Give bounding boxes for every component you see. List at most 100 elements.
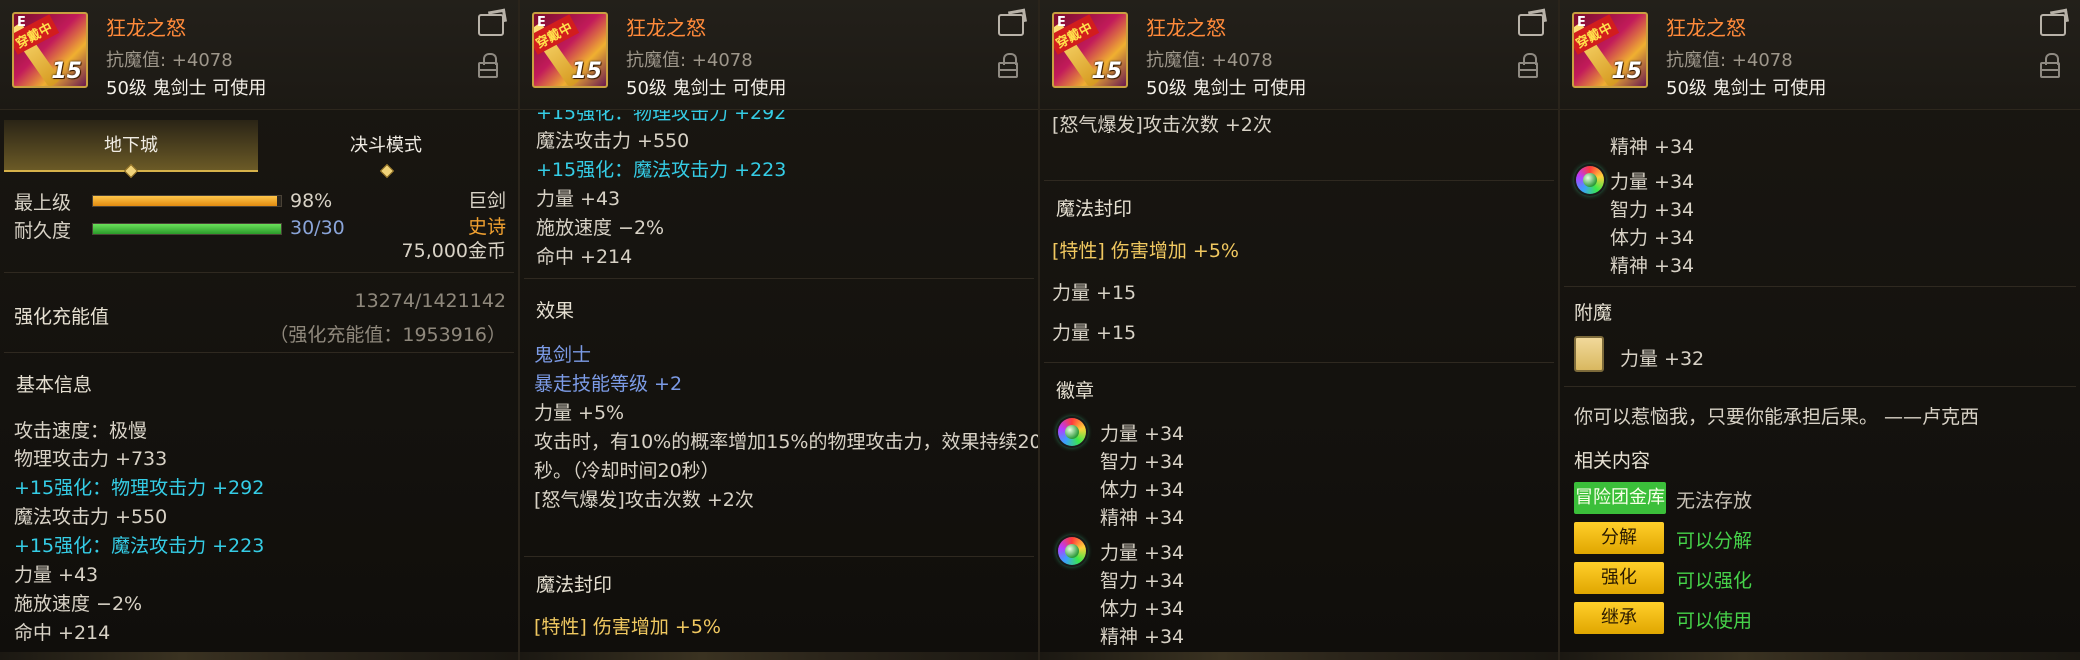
share-icon[interactable]: [998, 14, 1024, 36]
enchant-card-icon[interactable]: [1574, 336, 1604, 372]
emblem-stat: 精神 +34: [1100, 507, 1185, 529]
item-header: E 穿戴中 15 狂龙之怒 抗魔值: +4078 50级 鬼剑士 可使用: [1040, 0, 1558, 110]
grade-bar-fill: [93, 196, 278, 206]
basic-info-title: 基本信息: [16, 374, 93, 396]
durability-bar: [92, 223, 282, 235]
emblem-stat: 智力 +34: [1100, 451, 1185, 473]
divider: [1044, 362, 1554, 363]
divider: [1044, 180, 1554, 181]
lock-icon[interactable]: [478, 53, 498, 78]
stat-line: 施放速度 −2%: [536, 217, 665, 239]
durability-value: 30/30: [290, 217, 345, 239]
price: 75,000金币: [401, 240, 506, 262]
lock-icon[interactable]: [998, 53, 1018, 78]
inherit-status: 可以使用: [1676, 610, 1753, 632]
enhance-button[interactable]: 强化: [1574, 562, 1664, 594]
effect-line: 攻击时，有10%的概率增加15%的物理攻击力，效果持续20: [534, 431, 1040, 453]
stat-line: 魔法攻击力 +550: [536, 130, 690, 152]
emblem-stat: 体力 +34: [1610, 227, 1695, 249]
emblem-stat: 智力 +34: [1100, 570, 1185, 592]
seal-line: [特性] 伤害增加 +5%: [1052, 240, 1239, 262]
emblem-stat: 力量 +34: [1100, 542, 1185, 564]
magic-resist: 抗魔值: +4078: [626, 50, 753, 71]
durability-bar-fill: [93, 224, 281, 234]
stat-line-enhance: +15强化：物理攻击力 +292: [14, 477, 265, 499]
item-header: E 穿戴中 15 狂龙之怒 抗魔值: +4078 50级 鬼剑士 可使用: [0, 0, 518, 110]
related-title: 相关内容: [1574, 450, 1651, 472]
grade-label: 最上级: [14, 192, 72, 214]
stat-line: 魔法攻击力 +550: [14, 506, 168, 528]
emblem-orb-icon[interactable]: [1058, 418, 1086, 446]
effect-line: 秒。（冷却时间20秒）: [534, 460, 720, 482]
share-icon[interactable]: [478, 14, 504, 36]
requirement: 50级 鬼剑士 可使用: [1146, 78, 1307, 99]
divider: [4, 352, 514, 353]
tooltip-panel-2: +15强化：物理攻击力 +292 E 穿戴中 15 狂龙之怒 抗魔值: +407…: [520, 0, 1040, 660]
charge-sub: （强化充能值：1953916）: [269, 324, 506, 346]
effect-line: [怒气爆发]攻击次数 +2次: [1052, 114, 1272, 136]
rarity: 史诗: [467, 216, 506, 238]
effect-class: 鬼剑士: [534, 344, 592, 366]
item-name: 狂龙之怒: [626, 16, 706, 40]
item-icon[interactable]: E 穿戴中 15: [12, 12, 88, 88]
item-icon[interactable]: E 穿戴中 15: [532, 12, 608, 88]
emblem-title: 徽章: [1056, 380, 1095, 402]
mode-tabs: 地下城 决斗模式: [4, 120, 514, 179]
seal-title: 魔法封印: [1056, 198, 1133, 220]
enhance-status: 可以强化: [1676, 570, 1753, 592]
magic-resist: 抗魔值: +4078: [1666, 50, 1793, 71]
effect-line: 力量 +5%: [534, 402, 625, 424]
tooltip-panel-1: E 穿戴中 15 狂龙之怒 抗魔值: +4078 50级 鬼剑士 可使用 地下城…: [0, 0, 520, 660]
item-icon[interactable]: E 穿戴中 15: [1572, 12, 1648, 88]
item-header: E 穿戴中 15 狂龙之怒 抗魔值: +4078 50级 鬼剑士 可使用: [520, 0, 1038, 110]
emblem-stat: 精神 +34: [1100, 626, 1185, 648]
emblem-stat: 力量 +34: [1100, 423, 1185, 445]
emblem-orb-icon[interactable]: [1058, 537, 1086, 565]
share-icon[interactable]: [2040, 14, 2066, 36]
stat-line: 攻击速度：极慢: [14, 420, 148, 442]
enchant-stat: 力量 +32: [1620, 348, 1705, 370]
enchant-title: 附魔: [1574, 302, 1613, 324]
item-name: 狂龙之怒: [106, 16, 186, 40]
tooltip-strip: E 穿戴中 15 狂龙之怒 抗魔值: +4078 50级 鬼剑士 可使用 地下城…: [0, 0, 2080, 660]
durability-label: 耐久度: [14, 220, 72, 242]
effect-title: 效果: [536, 300, 575, 322]
item-header: E 穿戴中 15 狂龙之怒 抗魔值: +4078 50级 鬼剑士 可使用: [1560, 0, 2080, 110]
vault-status: 无法存放: [1676, 490, 1753, 512]
share-icon[interactable]: [1518, 14, 1544, 36]
adventure-vault-button[interactable]: 冒险团金库: [1574, 482, 1666, 514]
item-icon[interactable]: E 穿戴中 15: [1052, 12, 1128, 88]
divider: [524, 556, 1034, 557]
tooltip-panel-4: E 穿戴中 15 狂龙之怒 抗魔值: +4078 50级 鬼剑士 可使用 精神 …: [1560, 0, 2080, 660]
emblem-stat: 体力 +34: [1100, 598, 1185, 620]
disassemble-button[interactable]: 分解: [1574, 522, 1664, 554]
lock-icon[interactable]: [2040, 53, 2060, 78]
emblem-orb-icon[interactable]: [1576, 166, 1604, 194]
stat-line: 命中 +214: [14, 622, 111, 644]
enhance-level: 15: [1611, 59, 1642, 84]
stat-line: 力量 +43: [14, 564, 99, 586]
stat-line: 施放速度 −2%: [14, 593, 143, 615]
requirement: 50级 鬼剑士 可使用: [626, 78, 787, 99]
emblem-stat: 体力 +34: [1100, 479, 1185, 501]
magic-resist: 抗魔值: +4078: [1146, 50, 1273, 71]
lock-icon[interactable]: [1518, 53, 1538, 78]
divider: [524, 278, 1034, 279]
seal-stat: 力量 +15: [1052, 322, 1137, 344]
seal-title: 魔法封印: [536, 574, 613, 596]
divider: [4, 272, 514, 273]
enhance-level: 15: [1091, 59, 1122, 84]
grade-value: 98%: [290, 190, 333, 212]
disassemble-status: 可以分解: [1676, 530, 1753, 552]
item-name: 狂龙之怒: [1666, 16, 1746, 40]
inherit-button[interactable]: 继承: [1574, 602, 1664, 634]
magic-resist: 抗魔值: +4078: [106, 50, 233, 71]
stat-line: 物理攻击力 +733: [14, 448, 168, 470]
enhance-level: 15: [51, 59, 82, 84]
requirement: 50级 鬼剑士 可使用: [1666, 78, 1827, 99]
tab-label: 决斗模式: [350, 135, 422, 156]
item-name: 狂龙之怒: [1146, 16, 1226, 40]
enhance-level: 15: [571, 59, 602, 84]
emblem-stat: 智力 +34: [1610, 199, 1695, 221]
stat-line: 命中 +214: [536, 246, 633, 268]
